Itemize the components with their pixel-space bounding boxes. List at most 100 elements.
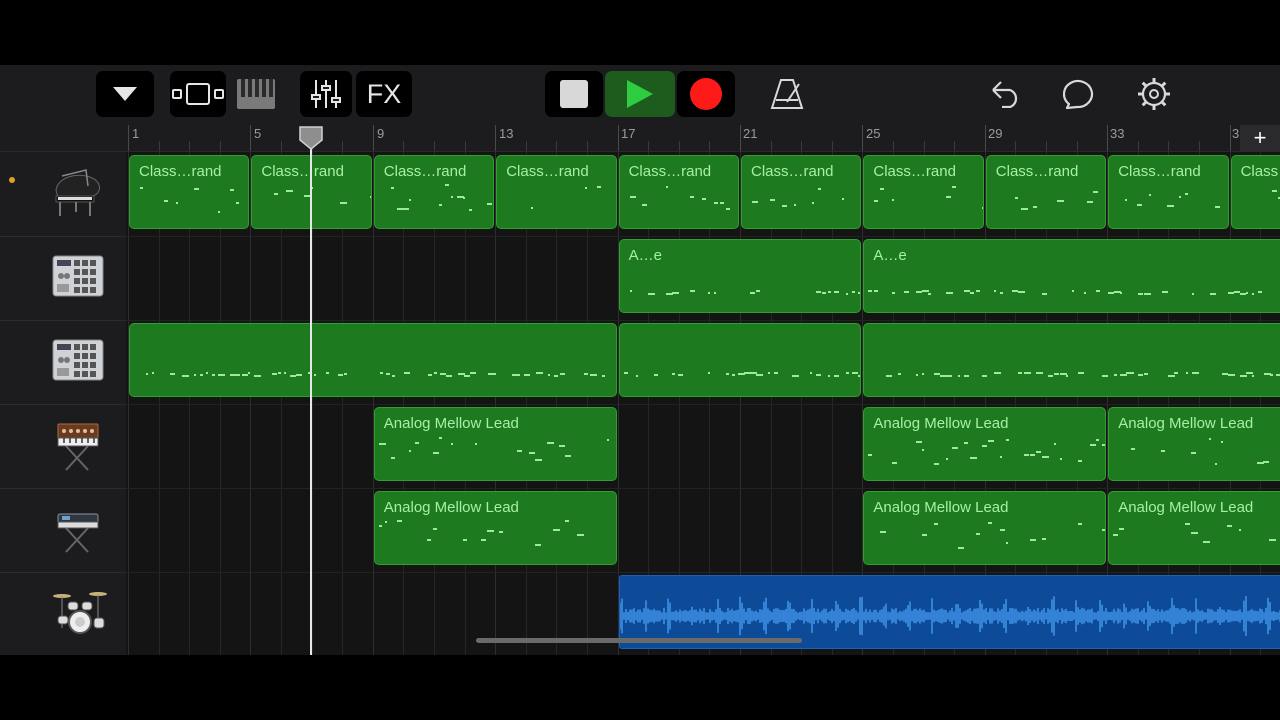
track-view-button[interactable]: [170, 71, 226, 117]
midi-note: [272, 373, 277, 375]
midi-region[interactable]: [618, 323, 862, 397]
midi-note: [1078, 460, 1083, 462]
midi-note: [976, 533, 981, 535]
stop-button[interactable]: [545, 71, 603, 117]
midi-note: [434, 372, 437, 374]
midi-note: [470, 372, 476, 374]
metronome-button[interactable]: [765, 71, 809, 117]
fx-button[interactable]: FX: [356, 71, 412, 117]
midi-note: [1144, 373, 1149, 375]
region-label: Analog Mellow Lead: [873, 415, 1009, 432]
keyboard-button[interactable]: [228, 71, 284, 117]
midi-region[interactable]: Class…rand: [863, 155, 984, 229]
ruler-tick: [372, 125, 374, 151]
midi-note: [1149, 194, 1152, 196]
ruler-tick: [1107, 125, 1109, 151]
track-header-beat-sequencer-2[interactable]: [0, 320, 125, 405]
midi-region[interactable]: Analog Mellow Lead: [373, 407, 617, 481]
ruler-tick: [464, 141, 466, 151]
playhead-handle[interactable]: [299, 126, 323, 150]
track-header-drums[interactable]: [0, 572, 125, 655]
horizontal-scrollbar[interactable]: [476, 638, 802, 643]
midi-note: [821, 292, 826, 294]
ruler-tick: [281, 141, 282, 151]
midi-region[interactable]: Analog Mellow Lead: [1108, 407, 1280, 481]
settings-button[interactable]: [1132, 71, 1176, 117]
midi-region[interactable]: Class…rand: [1108, 155, 1229, 229]
play-button[interactable]: [605, 71, 675, 117]
midi-note: [284, 372, 286, 374]
midi-note: [340, 202, 348, 204]
region-label: Analog Mellow Lead: [383, 499, 519, 516]
midi-note: [671, 292, 679, 294]
midi-note: [1084, 292, 1087, 294]
region-label: Analog Mellow Lead: [1118, 499, 1254, 516]
midi-note: [677, 374, 683, 376]
midi-region[interactable]: Analog Mellow Lead: [863, 407, 1107, 481]
mixer-button[interactable]: [300, 71, 352, 117]
track-header-synth-lead-2[interactable]: [0, 488, 125, 573]
midi-note: [1060, 458, 1063, 460]
region-label: Class…rand: [261, 163, 344, 180]
midi-note: [1102, 444, 1106, 446]
midi-region[interactable]: Analog Mellow Lead: [863, 491, 1107, 565]
track-header-grand-piano[interactable]: [0, 152, 125, 237]
midi-note: [868, 454, 873, 456]
track-lanes[interactable]: Class…rand Class…rand Class…rand Class…rand…: [126, 152, 1280, 655]
ruler-tick: [219, 141, 221, 151]
midi-region[interactable]: Class…rand: [741, 155, 862, 229]
tracks-dropdown-button[interactable]: [96, 71, 154, 117]
midi-note: [1078, 523, 1083, 525]
midi-region[interactable]: Class…rand: [496, 155, 617, 229]
midi-note: [845, 293, 848, 295]
midi-note: [492, 190, 494, 192]
add-track-button[interactable]: +: [1240, 125, 1280, 151]
midi-note: [994, 290, 997, 292]
undo-button[interactable]: [984, 71, 1028, 117]
midi-region[interactable]: A…e: [618, 239, 862, 313]
midi-region[interactable]: Class…rand: [985, 155, 1107, 229]
midi-note: [737, 206, 738, 208]
midi-note: [1185, 193, 1189, 195]
timeline-ruler[interactable]: 1 5 9 13 17 21 25 29 33 3: [0, 125, 1280, 152]
region-label: A…e: [873, 247, 907, 264]
midi-note: [653, 374, 658, 376]
piano-keys-icon: [237, 79, 275, 109]
record-button[interactable]: [677, 71, 735, 117]
track-lane-synth-lead-2[interactable]: [126, 488, 1280, 573]
midi-note: [934, 523, 939, 525]
ruler-tick: [984, 125, 986, 151]
midi-note: [602, 375, 605, 377]
track-lane-synth-lead-1[interactable]: [126, 404, 1280, 489]
loop-browser-button[interactable]: [1058, 71, 1102, 117]
midi-note: [916, 441, 923, 443]
midi-note: [671, 373, 675, 375]
bar-number: 21: [743, 126, 758, 141]
midi-region[interactable]: Class…rand: [373, 155, 495, 229]
midi-note: [880, 531, 887, 533]
midi-region[interactable]: Analog Mellow Lead: [373, 491, 617, 565]
track-header-synth-lead-1[interactable]: [0, 404, 125, 489]
midi-note: [1078, 372, 1085, 374]
midi-region[interactable]: Class…rand: [1230, 155, 1280, 229]
midi-note: [1120, 374, 1128, 376]
midi-region[interactable]: Class…rand: [618, 155, 739, 229]
midi-region[interactable]: [129, 323, 617, 397]
bar-number: 1: [132, 126, 140, 141]
midi-note: [755, 374, 763, 376]
midi-region[interactable]: Analog Mellow Lead: [1108, 491, 1280, 565]
midi-note: [1186, 372, 1189, 374]
midi-note: [468, 209, 472, 211]
midi-note: [886, 375, 893, 377]
midi-note: [701, 198, 706, 200]
track-header-beat-sequencer-1[interactable]: [0, 236, 125, 321]
midi-region[interactable]: Class…rand: [129, 155, 250, 229]
midi-note: [534, 459, 542, 461]
midi-region[interactable]: [863, 323, 1280, 397]
midi-note: [182, 375, 189, 377]
ruler-tick: [1046, 141, 1047, 151]
midi-note: [1270, 374, 1274, 376]
midi-note: [1228, 374, 1236, 376]
midi-note: [958, 375, 961, 377]
midi-region[interactable]: A…e: [863, 239, 1280, 313]
